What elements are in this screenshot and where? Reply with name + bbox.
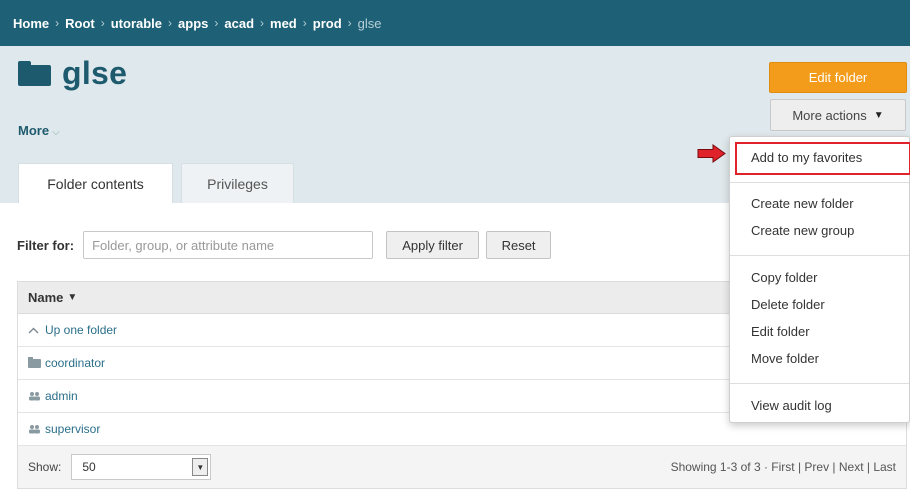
- menu-item-copy-folder[interactable]: Copy folder: [751, 270, 817, 285]
- menu-item-view-audit-log[interactable]: View audit log: [751, 398, 832, 413]
- tab-privileges[interactable]: Privileges: [181, 163, 294, 203]
- row-label[interactable]: Up one folder: [45, 323, 117, 337]
- breadcrumb-separator: ›: [347, 16, 352, 30]
- filter-label: Filter for:: [17, 237, 75, 253]
- group-icon: [28, 391, 42, 401]
- menu-item-move-folder[interactable]: Move folder: [751, 351, 819, 366]
- breadcrumb-separator: ›: [302, 16, 307, 30]
- breadcrumb-current: glse: [357, 15, 382, 31]
- more-actions-label: More actions: [792, 107, 867, 123]
- breadcrumb-med[interactable]: med: [270, 16, 297, 31]
- breadcrumb-apps[interactable]: apps: [178, 16, 208, 31]
- breadcrumb-utorable[interactable]: utorable: [111, 16, 162, 31]
- page-title: glse: [18, 57, 127, 89]
- menu-item-delete-folder[interactable]: Delete folder: [751, 297, 825, 312]
- chevron-up-icon: [28, 327, 42, 334]
- menu-item-create-new-group[interactable]: Create new group: [751, 223, 854, 238]
- edit-folder-button[interactable]: Edit folder: [769, 62, 907, 93]
- page-size-select[interactable]: 50 ▼: [71, 454, 212, 480]
- chevron-down-icon: ⌵: [52, 127, 60, 138]
- more-menu-toggle[interactable]: More ⌵: [18, 123, 60, 138]
- row-label[interactable]: coordinator: [45, 356, 105, 370]
- more-actions-button[interactable]: More actions ▼: [770, 99, 906, 131]
- more-actions-menu: Add to my favorites Create new folder Cr…: [729, 136, 910, 423]
- sort-desc-icon: ▼: [67, 292, 78, 303]
- breadcrumb: Home › Root › utorable › apps › acad › m…: [0, 0, 910, 46]
- group-icon: [28, 424, 42, 434]
- more-label: More: [18, 123, 50, 138]
- breadcrumb-separator: ›: [55, 16, 60, 30]
- row-label[interactable]: admin: [45, 389, 78, 403]
- pagination[interactable]: Showing 1-3 of 3 · First | Prev | Next |…: [671, 460, 896, 474]
- dropdown-arrow-icon[interactable]: ▼: [192, 458, 209, 476]
- breadcrumb-separator: ›: [100, 16, 105, 30]
- breadcrumb-acad[interactable]: acad: [224, 16, 254, 31]
- tab-folder-contents[interactable]: Folder contents: [18, 163, 173, 203]
- breadcrumb-home[interactable]: Home: [13, 16, 49, 31]
- folder-icon: [28, 356, 42, 368]
- caret-down-icon: ▼: [873, 109, 884, 121]
- breadcrumb-root[interactable]: Root: [65, 16, 95, 31]
- column-name-label: Name: [28, 290, 64, 305]
- table-footer: Show: 50 ▼ Showing 1-3 of 3 · First | Pr…: [18, 446, 906, 488]
- menu-item-create-new-folder[interactable]: Create new folder: [751, 196, 854, 211]
- page-size-value: 50: [82, 460, 96, 474]
- show-label: Show:: [28, 460, 62, 474]
- filter-bar: Filter for: Folder, group, or attribute …: [17, 231, 558, 259]
- breadcrumb-separator: ›: [260, 16, 265, 30]
- breadcrumb-separator: ›: [214, 16, 219, 30]
- menu-divider: [730, 255, 909, 256]
- filter-input[interactable]: Folder, group, or attribute name: [83, 231, 374, 259]
- row-label[interactable]: supervisor: [45, 422, 100, 436]
- folder-title: glse: [62, 55, 128, 91]
- reset-button[interactable]: Reset: [486, 231, 552, 259]
- menu-item-add-to-favorites[interactable]: Add to my favorites: [751, 150, 862, 165]
- red-arrow-icon: [697, 144, 726, 163]
- apply-filter-button[interactable]: Apply filter: [386, 231, 480, 259]
- menu-divider: [730, 383, 909, 384]
- menu-divider: [730, 182, 909, 183]
- folder-icon: [18, 60, 51, 86]
- breadcrumb-separator: ›: [168, 16, 173, 30]
- breadcrumb-prod[interactable]: prod: [313, 16, 342, 31]
- menu-item-edit-folder[interactable]: Edit folder: [751, 324, 810, 339]
